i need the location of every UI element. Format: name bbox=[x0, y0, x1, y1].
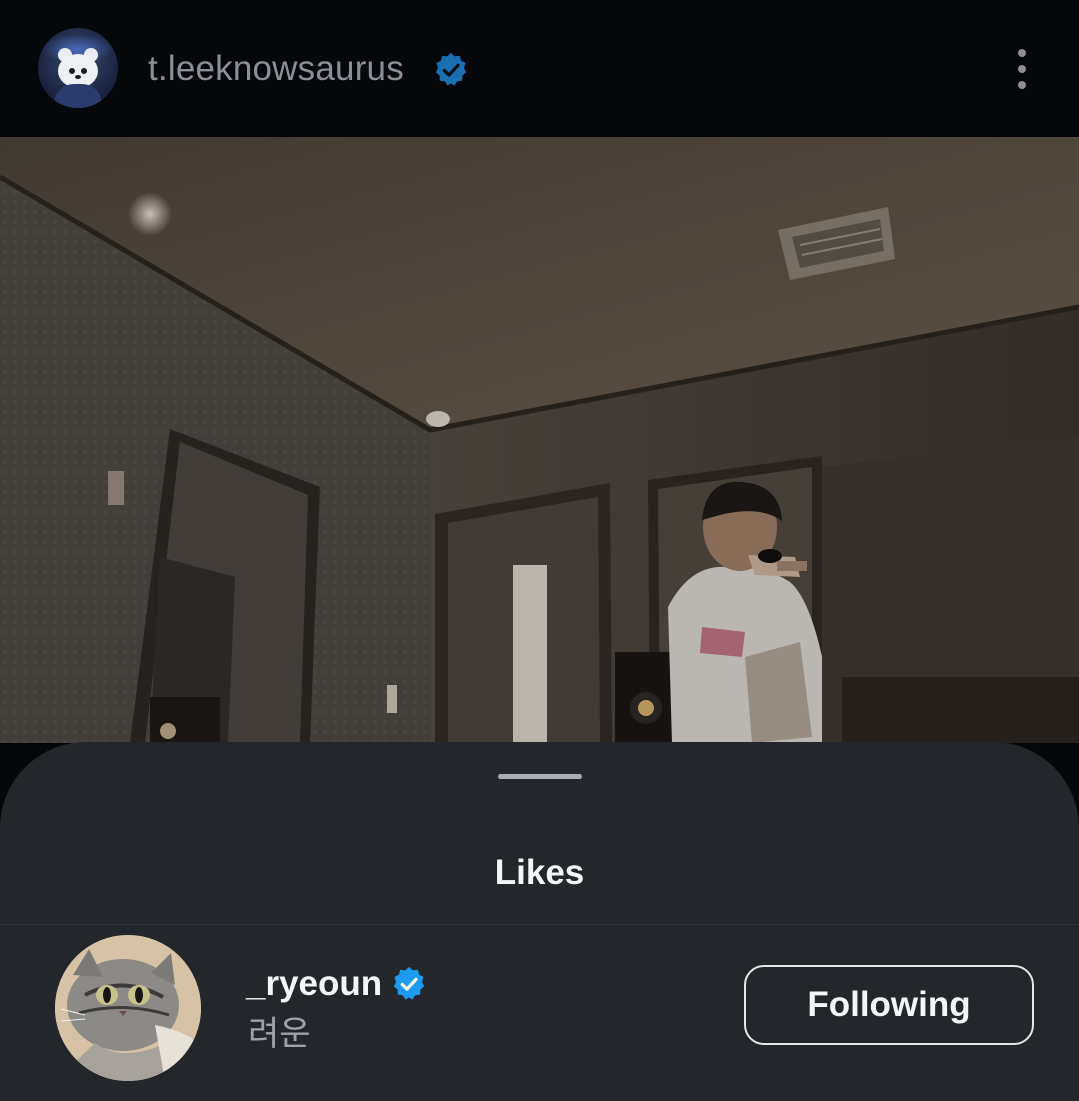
bear-head bbox=[58, 54, 98, 88]
video-scene bbox=[0, 137, 1079, 743]
video-frame[interactable] bbox=[0, 137, 1079, 743]
bear-nose bbox=[75, 75, 81, 79]
more-options-button[interactable] bbox=[1002, 44, 1042, 94]
likes-sheet: Likes _ryeoun 려운 Following bbox=[0, 742, 1079, 1101]
more-vertical-icon bbox=[1018, 49, 1026, 57]
like-list-item[interactable]: _ryeoun 려운 Following bbox=[0, 925, 1079, 1101]
following-button[interactable]: Following bbox=[744, 965, 1034, 1045]
bear-eye bbox=[69, 68, 75, 74]
like-username[interactable]: _ryeoun bbox=[246, 963, 382, 1005]
user-avatar[interactable] bbox=[55, 935, 201, 1081]
cat-avatar-icon bbox=[55, 935, 201, 1081]
verified-badge-icon bbox=[393, 966, 425, 1000]
bear-body bbox=[54, 84, 102, 108]
post-header: t.leeknowsaurus bbox=[0, 0, 1079, 137]
sheet-drag-handle[interactable] bbox=[498, 774, 582, 779]
more-vertical-icon bbox=[1018, 65, 1026, 73]
bear-eye bbox=[81, 68, 87, 74]
like-full-name: 려운 bbox=[248, 1015, 311, 1053]
sheet-title: Likes bbox=[494, 853, 585, 892]
profile-avatar[interactable] bbox=[38, 28, 118, 108]
post-username[interactable]: t.leeknowsaurus bbox=[148, 48, 404, 90]
more-vertical-icon bbox=[1018, 81, 1026, 89]
verified-badge-icon bbox=[435, 52, 467, 86]
